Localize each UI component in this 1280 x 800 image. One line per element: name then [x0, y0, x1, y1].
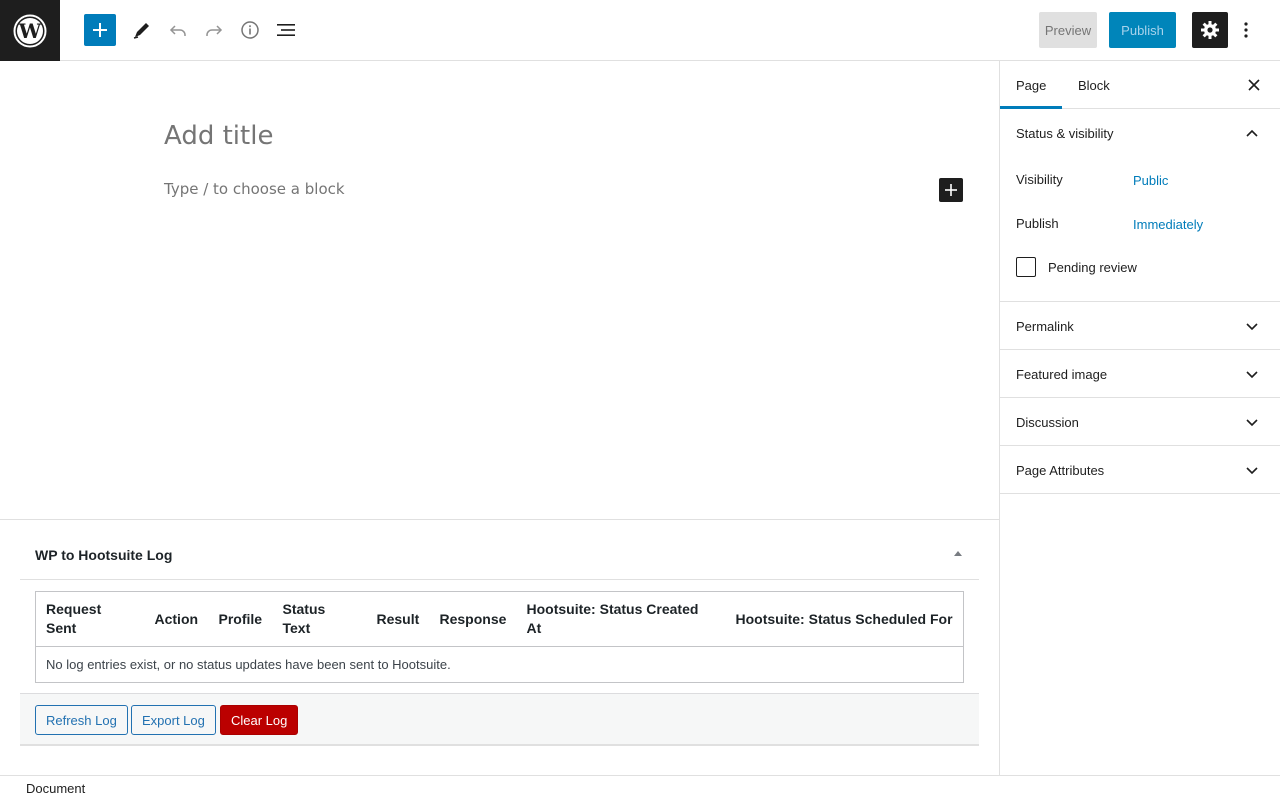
gear-icon — [1201, 21, 1219, 39]
more-options-button[interactable] — [1236, 14, 1256, 46]
column-header: Request Sent — [35, 591, 145, 647]
panel-title: Discussion — [1016, 415, 1079, 430]
close-sidebar-button[interactable] — [1244, 75, 1264, 95]
table-header-row: Request Sent Action Profile Status Text … — [35, 591, 964, 647]
editor-header: W Preview Publish — [0, 0, 1280, 61]
redo-icon — [206, 25, 223, 36]
visibility-label: Visibility — [1016, 172, 1063, 187]
settings-sidebar: Page Block Status & visibility Visibilit… — [999, 61, 1280, 775]
undo-button[interactable] — [162, 14, 194, 46]
chevron-down-icon — [1244, 367, 1260, 383]
publish-button[interactable]: Publish — [1109, 12, 1176, 48]
column-header: Response — [429, 591, 517, 647]
publish-date-toggle[interactable]: Immediately — [1133, 217, 1203, 232]
log-table: Request Sent Action Profile Status Text … — [35, 591, 964, 683]
close-icon — [1248, 79, 1260, 91]
details-button[interactable] — [234, 14, 266, 46]
caret-up-icon — [954, 551, 962, 556]
column-header: Result — [366, 591, 430, 647]
tab-page[interactable]: Page — [1000, 61, 1063, 109]
publish-date-label: Publish — [1016, 216, 1059, 231]
undo-icon — [169, 25, 186, 36]
column-header: Hootsuite: Status Created At — [516, 591, 726, 647]
log-actions-bar: Refresh Log Export Log Clear Log — [20, 693, 979, 744]
status-visibility-panel: Status & visibility Visibility Public Pu… — [1000, 109, 1280, 302]
wordpress-logo-button[interactable]: W — [0, 0, 60, 61]
table-row: No log entries exist, or no status updat… — [36, 647, 964, 683]
page-attributes-panel[interactable]: Page Attributes — [1000, 446, 1280, 494]
clear-log-button[interactable]: Clear Log — [220, 705, 299, 735]
metabox-toggle-button[interactable] — [951, 546, 965, 560]
empty-log-message: No log entries exist, or no status updat… — [46, 657, 451, 672]
column-header: Status Text — [272, 591, 367, 647]
list-view-icon — [277, 24, 295, 36]
chevron-down-icon — [1244, 319, 1260, 335]
pencil-icon — [133, 23, 149, 39]
pending-review-label[interactable]: Pending review — [1048, 260, 1137, 275]
block-inserter-button[interactable] — [84, 14, 116, 46]
chevron-down-icon — [1244, 415, 1260, 431]
add-block-button[interactable] — [939, 178, 963, 202]
default-block-appender[interactable]: Type / to choose a block — [164, 180, 345, 198]
block-breadcrumb-footer: Document — [0, 775, 1280, 800]
editor-canvas: Add title Type / to choose a block — [0, 61, 999, 519]
visibility-toggle[interactable]: Public — [1133, 173, 1168, 188]
tab-block[interactable]: Block — [1062, 61, 1126, 109]
panel-title: Page Attributes — [1016, 463, 1105, 478]
discussion-panel[interactable]: Discussion — [1000, 398, 1280, 446]
redo-button[interactable] — [198, 14, 230, 46]
export-log-button[interactable]: Export Log — [131, 705, 216, 735]
breadcrumb-document[interactable]: Document — [26, 781, 85, 796]
panel-title: Permalink — [1016, 319, 1074, 334]
info-icon — [241, 21, 259, 39]
refresh-log-button[interactable]: Refresh Log — [35, 705, 128, 735]
settings-button[interactable] — [1192, 12, 1228, 48]
metabox-header[interactable]: WP to Hootsuite Log — [20, 520, 979, 580]
pending-review-checkbox[interactable] — [1016, 257, 1036, 277]
preview-button[interactable]: Preview — [1039, 12, 1097, 48]
chevron-down-icon — [1244, 463, 1260, 479]
hootsuite-log-metabox: WP to Hootsuite Log Request Sent Action … — [20, 520, 979, 746]
panel-toggle-status-visibility[interactable]: Status & visibility — [1016, 126, 1114, 141]
chevron-up-icon[interactable] — [1244, 125, 1260, 141]
post-title-input[interactable]: Add title — [164, 121, 273, 151]
column-header: Profile — [208, 591, 273, 647]
kebab-icon — [1244, 22, 1248, 38]
plus-icon — [945, 184, 957, 196]
featured-image-panel[interactable]: Featured image — [1000, 350, 1280, 398]
column-header: Action — [144, 591, 209, 647]
panel-title: Featured image — [1016, 367, 1108, 382]
sidebar-tabs: Page Block — [1000, 61, 1280, 109]
metaboxes-area: WP to Hootsuite Log Request Sent Action … — [0, 519, 999, 775]
svg-text:W: W — [18, 19, 42, 43]
column-header: Hootsuite: Status Scheduled For — [725, 591, 964, 647]
permalink-panel[interactable]: Permalink — [1000, 302, 1280, 350]
tools-button[interactable] — [126, 14, 158, 46]
metabox-title: WP to Hootsuite Log — [35, 547, 173, 563]
list-view-button[interactable] — [270, 14, 302, 46]
wordpress-logo-icon: W — [13, 14, 47, 47]
plus-icon — [93, 23, 107, 37]
